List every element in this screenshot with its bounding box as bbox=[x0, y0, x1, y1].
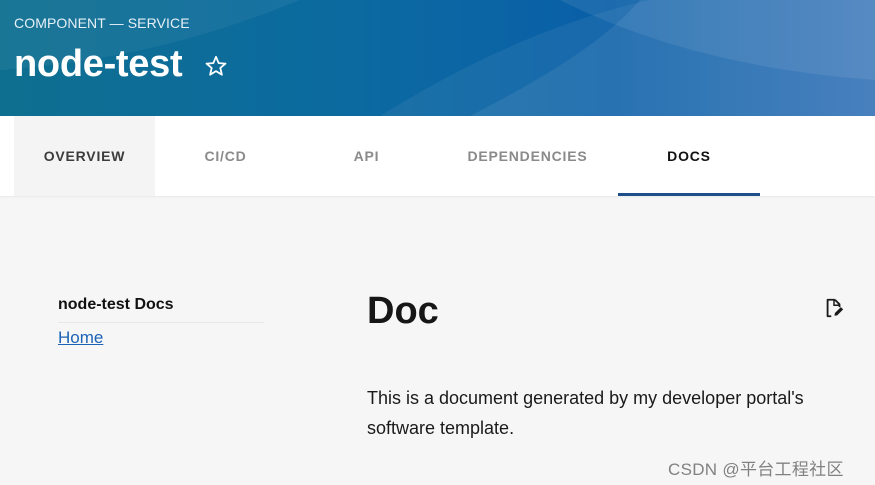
watermark-text: CSDN @平台工程社区 bbox=[668, 460, 844, 479]
docs-nav-title: node-test Docs bbox=[58, 296, 174, 313]
doc-title: Doc bbox=[367, 290, 439, 332]
tab-ci-cd[interactable]: CI/CD bbox=[155, 116, 296, 196]
star-outline-icon bbox=[205, 55, 227, 76]
entity-title: node-test bbox=[14, 43, 183, 85]
active-tab-indicator bbox=[618, 193, 760, 196]
tab-dependencies[interactable]: DEPENDENCIES bbox=[437, 116, 618, 196]
tab-overview[interactable]: OVERVIEW bbox=[14, 116, 155, 196]
tab-label: API bbox=[353, 148, 380, 164]
docs-nav-link-home[interactable]: Home bbox=[58, 328, 103, 348]
favorite-button[interactable] bbox=[202, 52, 230, 80]
tab-label: CI/CD bbox=[204, 148, 247, 164]
edit-page-button[interactable] bbox=[822, 296, 846, 320]
tab-label: DOCS bbox=[667, 148, 711, 164]
entity-header: COMPONENT — SERVICE node-test bbox=[0, 0, 875, 116]
edit-page-icon bbox=[826, 298, 844, 318]
doc-body-paragraph: This is a document generated by my devel… bbox=[367, 388, 804, 438]
tab-api[interactable]: API bbox=[296, 116, 437, 196]
docs-nav-divider bbox=[58, 322, 264, 323]
tab-bar: OVERVIEW CI/CD API DEPENDENCIES DOCS bbox=[0, 116, 875, 196]
tab-label: DEPENDENCIES bbox=[467, 148, 588, 164]
tab-docs[interactable]: DOCS bbox=[618, 116, 760, 196]
entity-kind-label: COMPONENT — SERVICE bbox=[14, 15, 190, 31]
tab-label: OVERVIEW bbox=[43, 148, 126, 164]
